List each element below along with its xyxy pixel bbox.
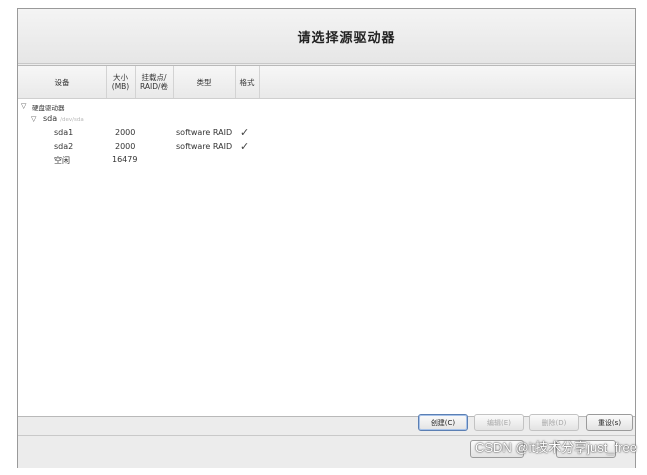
row-size: 2000 <box>115 128 136 137</box>
column-header-device[interactable]: 设备 <box>18 66 107 98</box>
delete-button[interactable]: 删除(D) <box>529 414 579 431</box>
row-size: 16479 <box>112 155 138 164</box>
row-size: 2000 <box>115 142 136 151</box>
device-tree-pane[interactable]: 设备 大小 (MB) 挂载点/ RAID/卷 类型 格式 ▽ 硬盘驱动器 ▽ s… <box>18 65 635 417</box>
expand-triangle-icon[interactable]: ▽ <box>21 102 26 110</box>
expand-triangle-icon[interactable]: ▽ <box>31 115 36 123</box>
column-header-format[interactable]: 格式 <box>235 66 260 98</box>
create-button[interactable]: 创建(C) <box>418 414 468 431</box>
row-type: software RAID <box>176 128 233 137</box>
format-check-icon: ✓ <box>240 140 250 153</box>
row-device[interactable]: 空闲 <box>54 155 70 166</box>
row-device[interactable]: sda1 <box>54 128 73 137</box>
edit-button[interactable]: 编辑(E) <box>474 414 524 431</box>
page-title: 请选择源驱动器 <box>297 30 396 46</box>
installer-window: 请选择源驱动器 设备 大小 (MB) 挂载点/ RAID/卷 类型 格式 ▽ 硬… <box>17 8 636 468</box>
disk-row[interactable]: sda/dev/sda <box>43 114 84 123</box>
disk-label: sda <box>43 114 58 123</box>
row-device[interactable]: sda2 <box>54 142 73 151</box>
reset-button[interactable]: 重设(s) <box>586 414 633 431</box>
title-bar: 请选择源驱动器 <box>18 9 635 64</box>
format-check-icon: ✓ <box>240 126 250 139</box>
column-header-size[interactable]: 大小 (MB) <box>106 66 136 98</box>
column-header-mount[interactable]: 挂载点/ RAID/卷 <box>135 66 174 98</box>
table-header: 设备 大小 (MB) 挂载点/ RAID/卷 类型 格式 <box>18 66 635 99</box>
column-header-type[interactable]: 类型 <box>173 66 236 98</box>
group-label[interactable]: 硬盘驱动器 <box>32 102 65 112</box>
row-type: software RAID <box>176 142 233 151</box>
watermark: CSDN @it技术分享just_free <box>474 440 637 455</box>
disk-note: /dev/sda <box>60 117 84 123</box>
